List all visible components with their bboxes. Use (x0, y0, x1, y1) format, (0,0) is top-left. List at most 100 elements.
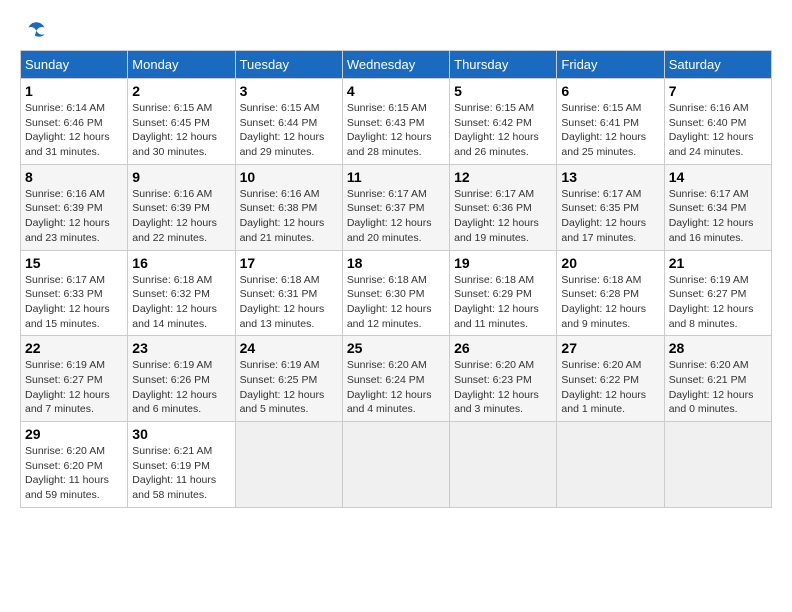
calendar-cell: 29 Sunrise: 6:20 AMSunset: 6:20 PMDaylig… (21, 422, 128, 508)
calendar-cell: 25 Sunrise: 6:20 AMSunset: 6:24 PMDaylig… (342, 336, 449, 422)
day-info: Sunrise: 6:15 AMSunset: 6:42 PMDaylight:… (454, 102, 539, 158)
day-info: Sunrise: 6:16 AMSunset: 6:39 PMDaylight:… (25, 188, 110, 244)
calendar-cell (235, 422, 342, 508)
day-info: Sunrise: 6:15 AMSunset: 6:44 PMDaylight:… (240, 102, 325, 158)
day-info: Sunrise: 6:17 AMSunset: 6:33 PMDaylight:… (25, 274, 110, 330)
calendar-cell: 12 Sunrise: 6:17 AMSunset: 6:36 PMDaylig… (450, 164, 557, 250)
day-info: Sunrise: 6:21 AMSunset: 6:19 PMDaylight:… (132, 445, 216, 501)
day-info: Sunrise: 6:14 AMSunset: 6:46 PMDaylight:… (25, 102, 110, 158)
day-number: 12 (454, 169, 552, 185)
calendar-cell: 1 Sunrise: 6:14 AMSunset: 6:46 PMDayligh… (21, 79, 128, 165)
day-info: Sunrise: 6:15 AMSunset: 6:41 PMDaylight:… (561, 102, 646, 158)
day-info: Sunrise: 6:19 AMSunset: 6:27 PMDaylight:… (669, 274, 754, 330)
calendar-cell: 8 Sunrise: 6:16 AMSunset: 6:39 PMDayligh… (21, 164, 128, 250)
header-wednesday: Wednesday (342, 51, 449, 79)
header-monday: Monday (128, 51, 235, 79)
day-number: 20 (561, 255, 659, 271)
day-number: 18 (347, 255, 445, 271)
calendar-cell: 17 Sunrise: 6:18 AMSunset: 6:31 PMDaylig… (235, 250, 342, 336)
day-number: 9 (132, 169, 230, 185)
day-number: 15 (25, 255, 123, 271)
calendar-cell: 18 Sunrise: 6:18 AMSunset: 6:30 PMDaylig… (342, 250, 449, 336)
day-info: Sunrise: 6:18 AMSunset: 6:29 PMDaylight:… (454, 274, 539, 330)
day-number: 7 (669, 83, 767, 99)
day-info: Sunrise: 6:18 AMSunset: 6:28 PMDaylight:… (561, 274, 646, 330)
calendar-cell: 9 Sunrise: 6:16 AMSunset: 6:39 PMDayligh… (128, 164, 235, 250)
day-info: Sunrise: 6:17 AMSunset: 6:35 PMDaylight:… (561, 188, 646, 244)
calendar-week-row: 8 Sunrise: 6:16 AMSunset: 6:39 PMDayligh… (21, 164, 772, 250)
logo-bird-icon (22, 20, 46, 40)
calendar-cell: 5 Sunrise: 6:15 AMSunset: 6:42 PMDayligh… (450, 79, 557, 165)
day-number: 3 (240, 83, 338, 99)
header-sunday: Sunday (21, 51, 128, 79)
day-info: Sunrise: 6:17 AMSunset: 6:36 PMDaylight:… (454, 188, 539, 244)
calendar-week-row: 1 Sunrise: 6:14 AMSunset: 6:46 PMDayligh… (21, 79, 772, 165)
day-info: Sunrise: 6:20 AMSunset: 6:23 PMDaylight:… (454, 359, 539, 415)
day-number: 24 (240, 340, 338, 356)
day-info: Sunrise: 6:19 AMSunset: 6:25 PMDaylight:… (240, 359, 325, 415)
calendar-cell (664, 422, 771, 508)
day-number: 5 (454, 83, 552, 99)
day-info: Sunrise: 6:15 AMSunset: 6:43 PMDaylight:… (347, 102, 432, 158)
calendar-cell: 2 Sunrise: 6:15 AMSunset: 6:45 PMDayligh… (128, 79, 235, 165)
day-number: 2 (132, 83, 230, 99)
day-info: Sunrise: 6:18 AMSunset: 6:30 PMDaylight:… (347, 274, 432, 330)
day-number: 30 (132, 426, 230, 442)
day-info: Sunrise: 6:18 AMSunset: 6:32 PMDaylight:… (132, 274, 217, 330)
calendar-cell: 13 Sunrise: 6:17 AMSunset: 6:35 PMDaylig… (557, 164, 664, 250)
calendar-cell: 26 Sunrise: 6:20 AMSunset: 6:23 PMDaylig… (450, 336, 557, 422)
calendar-cell: 22 Sunrise: 6:19 AMSunset: 6:27 PMDaylig… (21, 336, 128, 422)
day-number: 16 (132, 255, 230, 271)
day-number: 29 (25, 426, 123, 442)
day-number: 25 (347, 340, 445, 356)
calendar-cell (557, 422, 664, 508)
header-friday: Friday (557, 51, 664, 79)
calendar-cell (450, 422, 557, 508)
day-number: 26 (454, 340, 552, 356)
calendar-cell: 27 Sunrise: 6:20 AMSunset: 6:22 PMDaylig… (557, 336, 664, 422)
header-saturday: Saturday (664, 51, 771, 79)
calendar-cell: 6 Sunrise: 6:15 AMSunset: 6:41 PMDayligh… (557, 79, 664, 165)
calendar-cell: 21 Sunrise: 6:19 AMSunset: 6:27 PMDaylig… (664, 250, 771, 336)
day-info: Sunrise: 6:20 AMSunset: 6:22 PMDaylight:… (561, 359, 646, 415)
calendar-cell (342, 422, 449, 508)
day-info: Sunrise: 6:19 AMSunset: 6:26 PMDaylight:… (132, 359, 217, 415)
calendar-cell: 19 Sunrise: 6:18 AMSunset: 6:29 PMDaylig… (450, 250, 557, 336)
day-number: 10 (240, 169, 338, 185)
day-info: Sunrise: 6:17 AMSunset: 6:37 PMDaylight:… (347, 188, 432, 244)
day-number: 22 (25, 340, 123, 356)
day-info: Sunrise: 6:20 AMSunset: 6:20 PMDaylight:… (25, 445, 109, 501)
day-number: 4 (347, 83, 445, 99)
day-number: 11 (347, 169, 445, 185)
day-number: 27 (561, 340, 659, 356)
calendar-cell: 24 Sunrise: 6:19 AMSunset: 6:25 PMDaylig… (235, 336, 342, 422)
day-number: 13 (561, 169, 659, 185)
day-info: Sunrise: 6:19 AMSunset: 6:27 PMDaylight:… (25, 359, 110, 415)
calendar-cell: 10 Sunrise: 6:16 AMSunset: 6:38 PMDaylig… (235, 164, 342, 250)
day-info: Sunrise: 6:16 AMSunset: 6:39 PMDaylight:… (132, 188, 217, 244)
day-info: Sunrise: 6:20 AMSunset: 6:24 PMDaylight:… (347, 359, 432, 415)
header-tuesday: Tuesday (235, 51, 342, 79)
calendar-cell: 30 Sunrise: 6:21 AMSunset: 6:19 PMDaylig… (128, 422, 235, 508)
calendar-week-row: 15 Sunrise: 6:17 AMSunset: 6:33 PMDaylig… (21, 250, 772, 336)
day-info: Sunrise: 6:18 AMSunset: 6:31 PMDaylight:… (240, 274, 325, 330)
day-number: 14 (669, 169, 767, 185)
calendar-cell: 28 Sunrise: 6:20 AMSunset: 6:21 PMDaylig… (664, 336, 771, 422)
calendar-week-row: 22 Sunrise: 6:19 AMSunset: 6:27 PMDaylig… (21, 336, 772, 422)
day-info: Sunrise: 6:20 AMSunset: 6:21 PMDaylight:… (669, 359, 754, 415)
calendar-cell: 15 Sunrise: 6:17 AMSunset: 6:33 PMDaylig… (21, 250, 128, 336)
calendar-week-row: 29 Sunrise: 6:20 AMSunset: 6:20 PMDaylig… (21, 422, 772, 508)
day-info: Sunrise: 6:16 AMSunset: 6:40 PMDaylight:… (669, 102, 754, 158)
day-number: 23 (132, 340, 230, 356)
calendar-cell: 16 Sunrise: 6:18 AMSunset: 6:32 PMDaylig… (128, 250, 235, 336)
calendar-cell: 20 Sunrise: 6:18 AMSunset: 6:28 PMDaylig… (557, 250, 664, 336)
calendar-cell: 7 Sunrise: 6:16 AMSunset: 6:40 PMDayligh… (664, 79, 771, 165)
logo (20, 20, 46, 40)
calendar-header-row: SundayMondayTuesdayWednesdayThursdayFrid… (21, 51, 772, 79)
day-number: 1 (25, 83, 123, 99)
calendar-cell: 4 Sunrise: 6:15 AMSunset: 6:43 PMDayligh… (342, 79, 449, 165)
day-number: 19 (454, 255, 552, 271)
header-thursday: Thursday (450, 51, 557, 79)
day-info: Sunrise: 6:16 AMSunset: 6:38 PMDaylight:… (240, 188, 325, 244)
calendar-table: SundayMondayTuesdayWednesdayThursdayFrid… (20, 50, 772, 508)
